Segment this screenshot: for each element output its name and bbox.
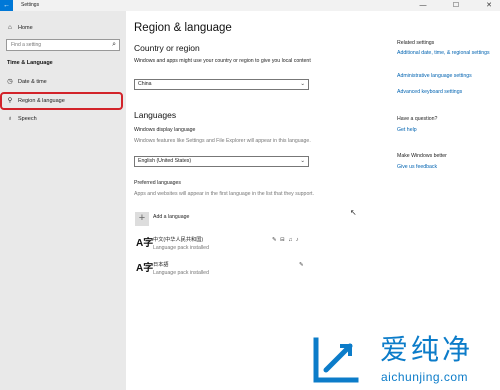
search-input[interactable]: Find a setting ⌕ xyxy=(6,39,120,51)
add-language-label[interactable]: Add a language xyxy=(153,214,189,221)
link-administrative-language[interactable]: Administrative language settings xyxy=(397,73,497,80)
calendar-clock-icon: ◷ xyxy=(7,78,13,85)
language-status: Language pack installed xyxy=(153,270,209,276)
country-dropdown[interactable]: China ⌄ xyxy=(134,79,309,90)
chevron-down-icon: ⌄ xyxy=(300,158,305,164)
watermark: 爱纯净 aichunjing.com xyxy=(304,330,500,390)
language-name: 中文(中华人民共和国) xyxy=(153,237,204,243)
language-name: 日本語 xyxy=(153,262,169,268)
display-language-label: Windows display language xyxy=(134,127,196,133)
sidebar-item-home[interactable]: ⌂ Home xyxy=(4,21,123,35)
chevron-down-icon: ⌄ xyxy=(300,81,305,87)
link-give-feedback[interactable]: Give us feedback xyxy=(397,164,437,171)
display-language-description: Windows features like Settings and File … xyxy=(134,138,311,144)
home-icon: ⌂ xyxy=(8,24,12,31)
watermark-logo-icon xyxy=(313,337,359,383)
sidebar-item-speech[interactable]: ♁ Speech xyxy=(4,112,123,126)
sidebar-item-label: Speech xyxy=(18,116,37,122)
maximize-button[interactable]: ☐ xyxy=(445,0,467,11)
display-language-value: English (United States) xyxy=(138,158,192,164)
language-status: Language pack installed xyxy=(153,245,209,251)
add-language-button[interactable]: + xyxy=(135,212,149,226)
related-settings-heading: Related settings xyxy=(397,40,435,46)
country-description: Windows and apps might use your country … xyxy=(134,58,311,64)
search-icon[interactable]: ⌕ xyxy=(112,40,116,50)
sidebar-item-label: Date & time xyxy=(18,79,47,85)
title-bar: ← Settings — ☐ ✕ xyxy=(0,0,500,11)
back-button[interactable]: ← xyxy=(0,0,13,11)
selection-highlight xyxy=(0,92,123,110)
link-advanced-keyboard[interactable]: Advanced keyboard settings xyxy=(397,89,497,96)
list-item[interactable]: A字 日本語 Language pack installed ✎ xyxy=(134,261,309,279)
language-icon: A字 xyxy=(136,238,154,249)
link-additional-date-time[interactable]: Additional date, time, & regional settin… xyxy=(397,50,492,57)
country-value: China xyxy=(138,81,152,87)
sidebar-section-title: Time & Language xyxy=(7,60,53,66)
close-button[interactable]: ✕ xyxy=(478,0,500,11)
microphone-icon: ♁ xyxy=(7,115,13,122)
help-heading: Have a question? xyxy=(397,116,438,122)
display-language-dropdown[interactable]: English (United States) ⌄ xyxy=(134,156,309,167)
language-icon: A字 xyxy=(136,263,154,274)
feedback-heading: Make Windows better xyxy=(397,153,447,159)
minimize-button[interactable]: — xyxy=(412,0,434,11)
watermark-url: aichunjing.com xyxy=(381,370,469,384)
plus-icon: + xyxy=(138,212,146,224)
page-title: Region & language xyxy=(134,22,232,34)
language-features-icons: ✎ ⊟ ♫ ♪ xyxy=(272,237,300,243)
preferred-languages-description: Apps and websites will appear in the fir… xyxy=(134,191,314,197)
watermark-text: 爱纯净 xyxy=(380,333,474,366)
preferred-languages-label: Preferred languages xyxy=(134,180,182,186)
country-heading: Country or region xyxy=(134,43,200,53)
language-features-icons: ✎ xyxy=(299,262,305,268)
settings-window: ← Settings — ☐ ✕ ⌂ Home Find a setting ⌕… xyxy=(0,0,500,390)
list-item[interactable]: A字 中文(中华人民共和国) Language pack installed ✎… xyxy=(134,236,309,254)
sidebar-item-label: Home xyxy=(18,25,33,31)
mouse-cursor-icon: ↖ xyxy=(350,208,357,217)
sidebar-item-date-time[interactable]: ◷ Date & time xyxy=(4,75,123,89)
window-title: Settings xyxy=(21,2,40,8)
link-get-help[interactable]: Get help xyxy=(397,127,417,134)
search-placeholder: Find a setting xyxy=(11,42,42,48)
languages-heading: Languages xyxy=(134,110,177,120)
